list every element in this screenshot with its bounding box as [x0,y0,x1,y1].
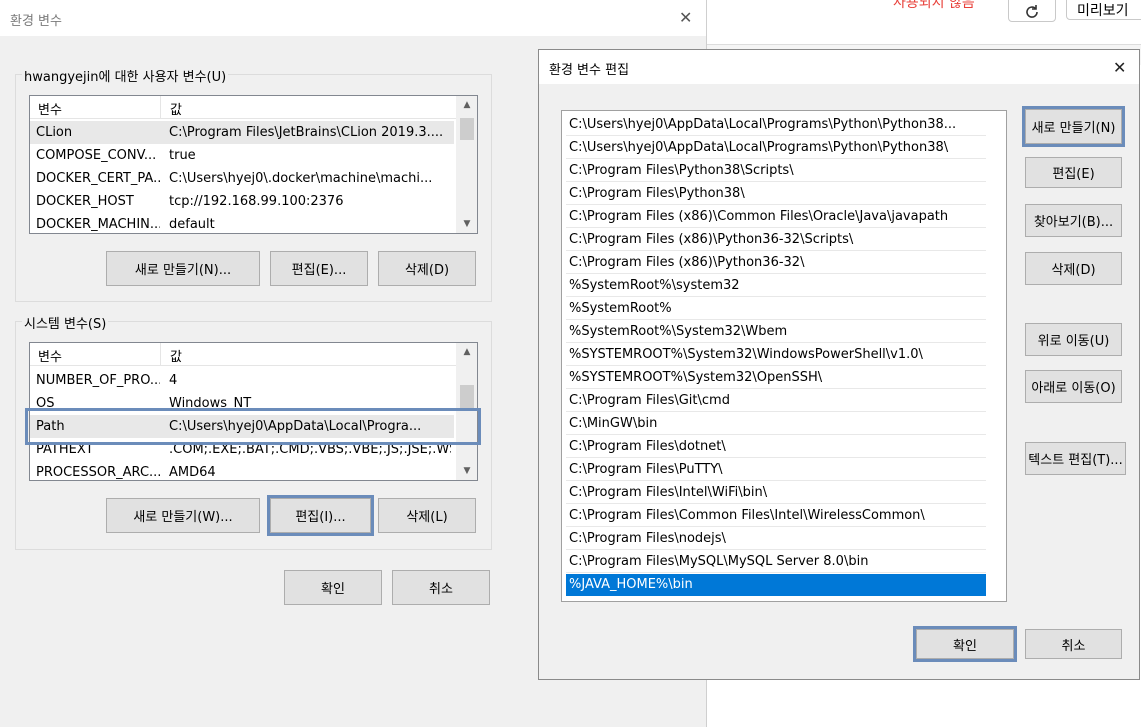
column-header-name[interactable]: 변수 [38,99,62,118]
path-item[interactable]: C:\Program Files\PuTTY\ [566,459,986,481]
new-path-button[interactable]: 새로 만들기(N) [1022,106,1125,147]
user-var-row[interactable]: DOCKER_HOST tcp://192.168.99.100:2376 [30,190,454,213]
user-new-button[interactable]: 새로 만들기(N)... [106,251,260,286]
text-edit-button[interactable]: 텍스트 편집(T)... [1025,442,1126,475]
user-vars-list[interactable]: 변수 값 CLion C:\Program Files\JetBrains\CLi… [29,95,478,234]
edit-ok-button[interactable]: 확인 [913,626,1017,662]
user-delete-button[interactable]: 삭제(D) [378,251,476,286]
path-item[interactable]: C:\Program Files\MySQL\MySQL Server 8.0\… [566,551,986,573]
scroll-down-icon[interactable]: ▼ [457,466,477,476]
path-item[interactable]: %SYSTEMROOT%\System32\OpenSSH\ [566,367,986,389]
path-item[interactable]: C:\Program Files\Python38\Scripts\ [566,160,986,182]
path-list[interactable]: C:\Users\hyej0\AppData\Local\Programs\Py… [561,110,1007,602]
edit-dialog-titlebar: 환경 변수 편집 ✕ [539,50,1139,84]
path-item[interactable]: C:\Program Files\nodejs\ [566,528,986,550]
path-item[interactable]: C:\Users\hyej0\AppData\Local\Programs\Py… [566,137,986,159]
system-vars-list-header: 변수 값 [30,343,477,366]
close-icon[interactable]: ✕ [679,8,692,27]
close-icon[interactable]: ✕ [1113,58,1126,77]
move-down-button[interactable]: 아래로 이동(O) [1025,370,1122,403]
edit-env-var-dialog: 환경 변수 편집 ✕ C:\Users\hyej0\AppData\Local\… [538,49,1140,680]
path-item[interactable]: %SystemRoot%\System32\Wbem [566,321,986,343]
path-item[interactable]: C:\Program Files\Git\cmd [566,390,986,412]
env-dialog-title: 환경 변수 [10,14,62,29]
move-up-button[interactable]: 위로 이동(U) [1025,323,1122,356]
user-var-row[interactable]: CLion C:\Program Files\JetBrains\CLion 20… [30,121,454,144]
path-item[interactable]: C:\Program Files (x86)\Common Files\Orac… [566,206,986,228]
path-item[interactable]: C:\Users\hyej0\AppData\Local\Programs\Py… [566,114,986,136]
user-var-row[interactable]: DOCKER_MACHIN... default [30,213,454,233]
path-item[interactable]: C:\Program Files\Common Files\Intel\Wire… [566,505,986,527]
system-delete-button[interactable]: 삭제(L) [378,498,476,533]
refresh-icon [1026,5,1038,18]
env-dialog-titlebar: 환경 변수 ✕ [0,0,706,36]
browse-button[interactable]: 찾아보기(B)... [1025,204,1122,237]
scroll-down-icon[interactable]: ▼ [457,219,477,229]
system-vars-group-label: 시스템 변수(S) [22,313,109,332]
path-item[interactable]: %SYSTEMROOT%\System32\WindowsPowerShell\… [566,344,986,366]
edit-cancel-button[interactable]: 취소 [1025,629,1122,659]
user-var-row[interactable]: DOCKER_CERT_PA... C:\Users\hyej0\.docker\… [30,167,454,190]
column-header-value[interactable]: 값 [170,346,182,365]
scroll-up-icon[interactable]: ▲ [457,347,477,357]
path-item[interactable]: C:\Program Files (x86)\Python36-32\ [566,252,986,274]
system-new-button[interactable]: 새로 만들기(W)... [106,498,260,533]
column-header-name[interactable]: 변수 [38,346,62,365]
path-row-highlight [25,408,481,445]
path-item[interactable]: %SystemRoot%\system32 [566,275,986,297]
path-item[interactable]: C:\MinGW\bin [566,413,986,435]
user-vars-scrollbar[interactable]: ▲ ▼ [456,96,477,233]
background-status-text: 사용되지 않음 [893,0,975,11]
column-header-value[interactable]: 값 [170,99,182,118]
path-item[interactable]: C:\Program Files\Intel\WiFi\bin\ [566,482,986,504]
user-vars-group-label: hwangyejin에 대한 사용자 변수(U) [22,66,229,85]
path-item[interactable]: C:\Program Files (x86)\Python36-32\Scrip… [566,229,986,251]
delete-path-button[interactable]: 삭제(D) [1025,252,1122,285]
path-item[interactable]: %SystemRoot% [566,298,986,320]
env-cancel-button[interactable]: 취소 [392,570,490,605]
user-var-row[interactable]: COMPOSE_CONV... true [30,144,454,167]
user-vars-list-header: 변수 값 [30,96,477,119]
preview-button[interactable]: 미리보기 [1066,0,1141,20]
env-ok-button[interactable]: 확인 [284,570,382,605]
system-var-row[interactable]: PROCESSOR_ARC... AMD64 [30,461,454,480]
system-edit-button[interactable]: 편집(I)... [267,495,374,536]
path-item-selected[interactable]: %JAVA_HOME%\bin [566,574,986,596]
edit-dialog-title: 환경 변수 편집 [549,63,630,78]
edit-path-button[interactable]: 편집(E) [1025,157,1122,188]
user-edit-button[interactable]: 편집(E)... [270,251,368,286]
scroll-thumb[interactable] [460,118,474,140]
path-item[interactable]: C:\Program Files\Python38\ [566,183,986,205]
scroll-up-icon[interactable]: ▲ [457,100,477,110]
refresh-button[interactable] [1008,0,1056,22]
path-item[interactable]: C:\Program Files\dotnet\ [566,436,986,458]
system-var-row[interactable]: NUMBER_OF_PRO... 4 [30,369,454,392]
